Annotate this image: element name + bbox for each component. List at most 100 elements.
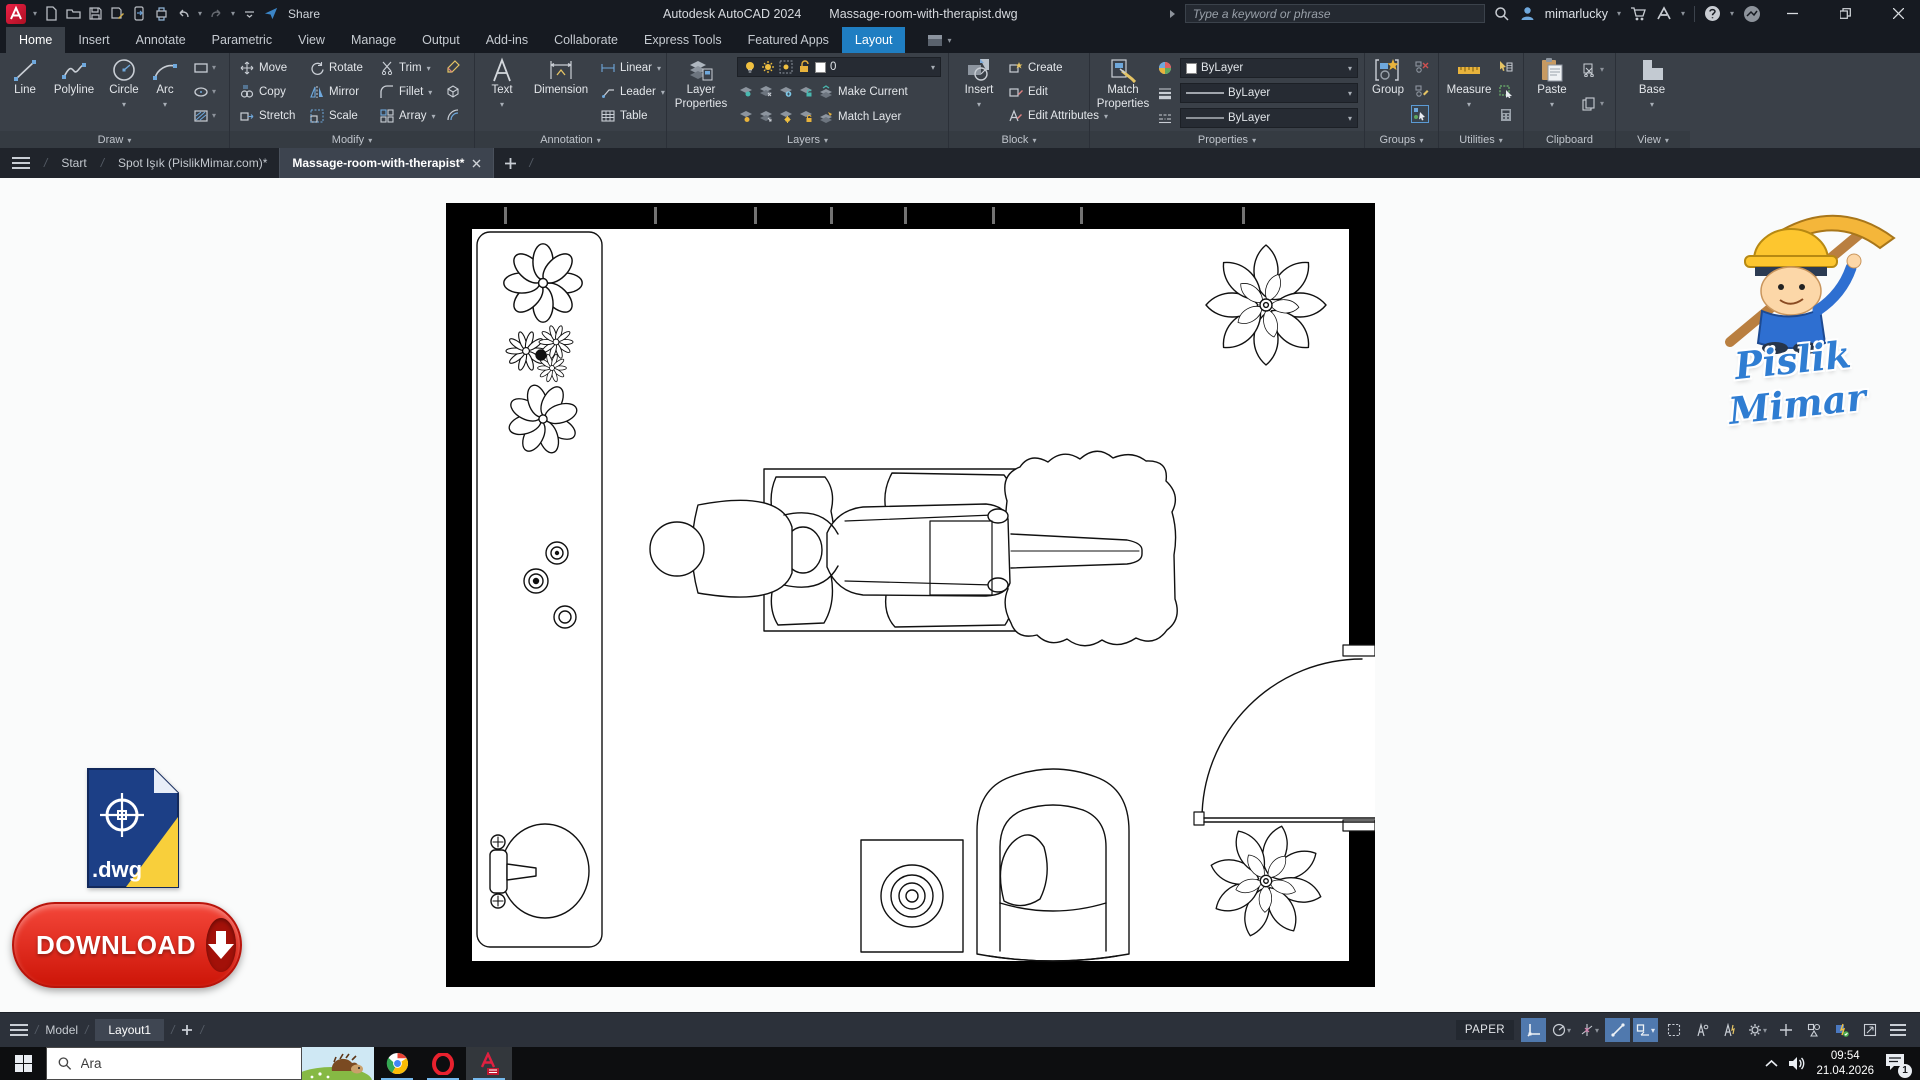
graphics-performance-button[interactable]	[1829, 1018, 1854, 1042]
text-caret-icon[interactable]	[500, 98, 504, 111]
panel-label-block[interactable]: Block	[949, 131, 1089, 148]
file-tab-spot-isik[interactable]: Spot Işık (PislikMimar.com)*	[106, 148, 279, 178]
taskbar-search-input[interactable]	[81, 1056, 290, 1071]
ribbon-tab-insert[interactable]: Insert	[65, 27, 122, 53]
file-tabs-menu-button[interactable]	[0, 148, 42, 178]
make-current-button[interactable]: Make Current	[819, 82, 908, 102]
autocad-taskbar-icon[interactable]	[466, 1047, 512, 1080]
annotation-autoscale-button[interactable]	[1717, 1018, 1742, 1042]
armchair[interactable]	[977, 769, 1129, 961]
hatch-caret-icon[interactable]: ▾	[212, 111, 216, 120]
layer-off-button[interactable]	[737, 107, 755, 125]
match-layer-button[interactable]: Match Layer	[819, 107, 901, 127]
linetype-dropdown-caret-icon[interactable]	[1348, 112, 1352, 124]
text-button[interactable]: Text	[481, 57, 523, 111]
ribbon-display-toggle[interactable]: ▾	[927, 27, 951, 53]
panel-label-annotation[interactable]: Annotation	[475, 131, 666, 148]
insights-icon[interactable]	[1743, 5, 1761, 23]
ribbon-tab-view[interactable]: View	[285, 27, 338, 53]
rotate-button[interactable]: Rotate	[310, 58, 363, 78]
offset-button[interactable]	[444, 106, 462, 124]
trim-button[interactable]: Trim	[380, 58, 431, 78]
redo-button[interactable]	[209, 6, 224, 21]
ribbon-tab-output[interactable]: Output	[409, 27, 473, 53]
linetype-dropdown[interactable]: ByLayer	[1180, 108, 1358, 128]
quick-calculator-launcher-button[interactable]	[1497, 82, 1515, 100]
ortho-mode-button[interactable]	[1605, 1018, 1630, 1042]
ribbon-tab-layout[interactable]: Layout	[842, 27, 906, 53]
quick-select-button[interactable]	[1497, 58, 1515, 76]
ribbon-tab-featured-apps[interactable]: Featured Apps	[735, 27, 842, 53]
flower-top-right[interactable]	[1206, 245, 1326, 365]
base-caret-icon[interactable]	[1650, 98, 1654, 111]
autocad-logo-icon[interactable]	[6, 4, 26, 24]
fillet-caret-icon[interactable]	[428, 86, 432, 98]
quick-calc-button[interactable]	[1497, 106, 1515, 124]
opera-taskbar-icon[interactable]	[420, 1047, 466, 1080]
circle-caret-icon[interactable]	[122, 98, 126, 111]
restore-button[interactable]	[1823, 0, 1867, 27]
layer-thaw-all-button[interactable]	[777, 107, 795, 125]
workspace-switching-button[interactable]: ▾	[1745, 1018, 1770, 1042]
new-file-button[interactable]	[44, 6, 59, 21]
stretch-button[interactable]: Stretch	[240, 106, 295, 126]
insert-caret-icon[interactable]	[977, 98, 981, 111]
help-caret-icon[interactable]: ▾	[1730, 9, 1734, 18]
layer-dropdown-caret-icon[interactable]	[931, 61, 935, 73]
user-caret-icon[interactable]: ▾	[1617, 9, 1621, 18]
trim-caret-icon[interactable]	[427, 62, 431, 74]
panel-label-utilities[interactable]: Utilities	[1439, 131, 1523, 148]
rectangle-tool-button[interactable]	[192, 59, 210, 77]
undo-caret-icon[interactable]: ▾	[198, 9, 202, 18]
hatch-tool-button[interactable]	[192, 107, 210, 125]
match-properties-button[interactable]: Match Properties	[1092, 57, 1154, 111]
dimension-button[interactable]: Dimension	[527, 57, 595, 97]
leader-button[interactable]: Leader	[601, 82, 665, 102]
new-drawing-tab-button[interactable]	[494, 148, 527, 178]
equipment-stool[interactable]	[861, 840, 963, 952]
mirror-button[interactable]: Mirror	[310, 82, 359, 102]
move-button[interactable]: Move	[240, 58, 287, 78]
help-search-box[interactable]	[1185, 4, 1485, 23]
signed-in-user[interactable]: mimarlucky	[1545, 7, 1608, 21]
lineweight-dropdown-caret-icon[interactable]	[1348, 87, 1352, 99]
layer-on-all-button[interactable]	[757, 107, 775, 125]
plant-1[interactable]	[504, 244, 582, 322]
ribbon-tab-parametric[interactable]: Parametric	[199, 27, 285, 53]
panel-label-layers[interactable]: Layers	[667, 131, 948, 148]
close-button[interactable]	[1876, 0, 1920, 27]
search-icon[interactable]	[1494, 6, 1510, 22]
scale-button[interactable]: Scale	[310, 106, 358, 126]
floor-plan-drawing[interactable]	[446, 203, 1375, 987]
rectangle-caret-icon[interactable]: ▾	[212, 63, 216, 72]
panel-label-properties[interactable]: Properties	[1090, 131, 1364, 148]
layer-unisolate-button[interactable]	[757, 82, 775, 100]
cut-caret-icon[interactable]: ▾	[1600, 65, 1604, 74]
group-selectable-button[interactable]	[1411, 105, 1429, 123]
logo-caret-icon[interactable]: ▾	[33, 9, 37, 18]
array-button[interactable]: Array	[380, 106, 436, 126]
new-layout-button[interactable]	[181, 1024, 193, 1036]
ribbon-tab-collaborate[interactable]: Collaborate	[541, 27, 631, 53]
array-caret-icon[interactable]	[431, 110, 435, 122]
widgets-hedgehog-tile[interactable]	[302, 1047, 374, 1080]
paper-space-indicator[interactable]: PAPER	[1456, 1020, 1514, 1040]
annotation-monitor-button[interactable]	[1773, 1018, 1798, 1042]
save-as-button[interactable]	[110, 6, 125, 21]
panel-label-draw[interactable]: Draw	[0, 131, 229, 148]
search-expand-icon[interactable]	[1168, 9, 1176, 19]
arc-button[interactable]: Arc	[146, 57, 184, 111]
object-snap-tracking-button[interactable]: ▾	[1577, 1018, 1602, 1042]
ribbon-tab-addins[interactable]: Add-ins	[473, 27, 541, 53]
circle-button[interactable]: Circle	[102, 57, 146, 111]
download-button[interactable]: DOWNLOAD	[12, 902, 242, 988]
insert-block-button[interactable]: Insert	[955, 57, 1003, 111]
help-search-input[interactable]	[1193, 7, 1477, 21]
file-tab-massage-room[interactable]: Massage-room-with-therapist*	[279, 148, 494, 178]
taskbar-search-box[interactable]	[46, 1047, 302, 1080]
layer-unlock-all-button[interactable]	[797, 107, 815, 125]
taskbar-clock[interactable]: 09:54 21.04.2026	[1816, 1049, 1874, 1079]
dynamic-input-button[interactable]: ▾	[1633, 1018, 1658, 1042]
line-button[interactable]: Line	[2, 57, 48, 97]
layer-freeze-button[interactable]	[777, 82, 795, 100]
